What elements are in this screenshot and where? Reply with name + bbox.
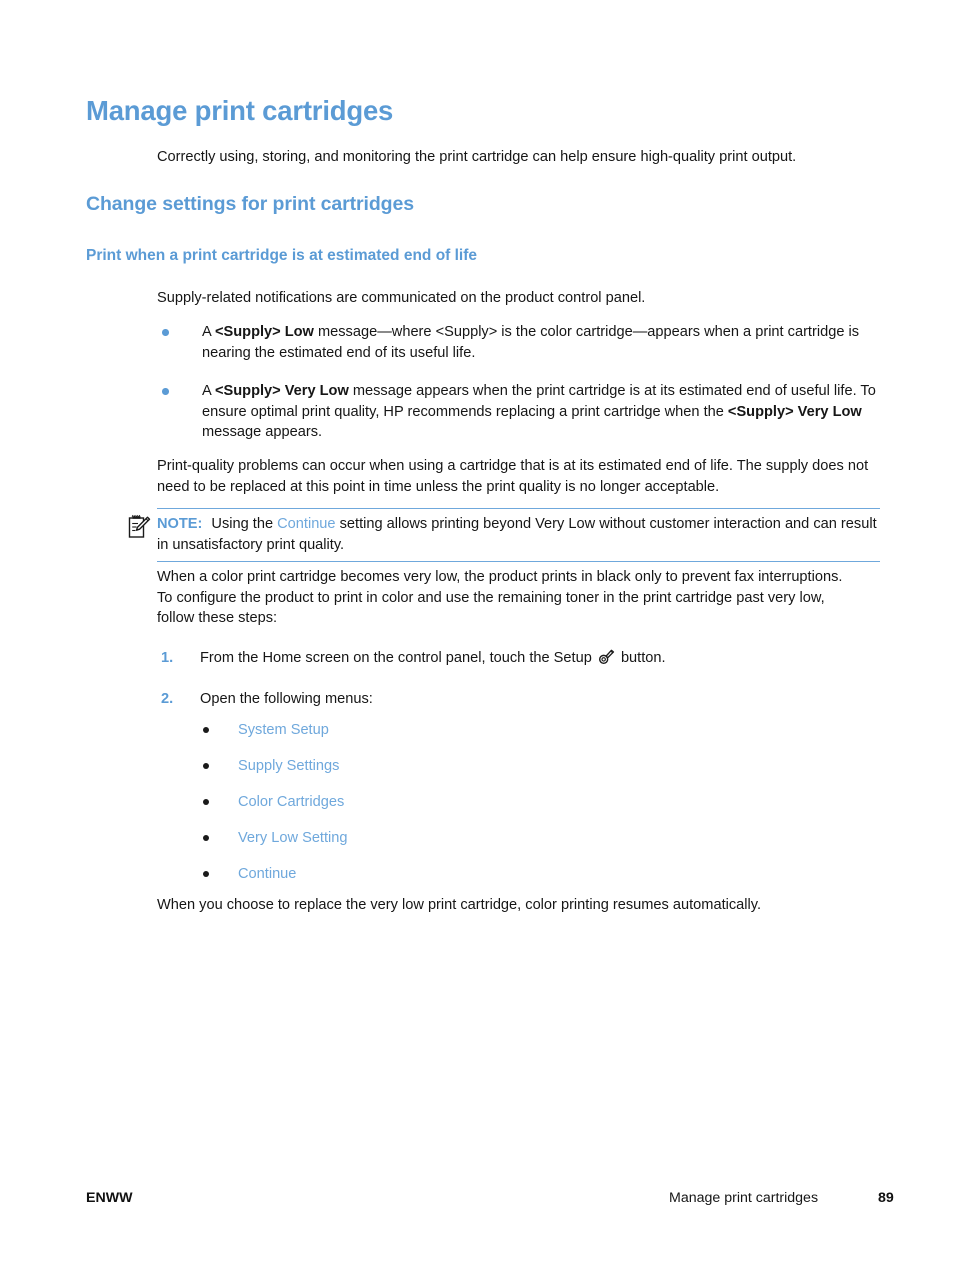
section-heading: Change settings for print cartridges xyxy=(86,193,414,215)
page-title: Manage print cartridges xyxy=(86,95,394,126)
note-label: NOTE: xyxy=(157,516,203,532)
page-footer: ENWW Manage print cartridges 89 xyxy=(0,1190,954,1214)
bullet-dot-icon xyxy=(203,799,209,805)
step-text: Open the following menus: xyxy=(200,690,373,707)
bullet-bold-2: <Supply> Very Low xyxy=(727,403,862,420)
menu-item-supply-settings: Supply Settings xyxy=(200,756,700,777)
step-number: 2. xyxy=(161,690,174,707)
footer-section-title: Manage print cartridges xyxy=(669,1190,819,1206)
bullet-bold-1: <Supply> Very Low xyxy=(214,383,349,399)
note-ui-term-continue: Continue xyxy=(277,516,336,532)
intro-paragraph: Correctly using, storing, and monitoring… xyxy=(157,149,797,165)
step-item-1: 1. From the Home screen on the control p… xyxy=(157,648,882,669)
supply-message-bullet-list: A <Supply> Low message—where <Supply> is… xyxy=(157,322,882,443)
bullet-dot-icon xyxy=(203,835,209,841)
step-text-after: button. xyxy=(616,650,666,666)
list-item: A <Supply> Very Low message appears when… xyxy=(157,381,882,443)
list-item: A <Supply> Low message—where <Supply> is… xyxy=(157,322,882,363)
step-text-before: From the Home screen on the control pane… xyxy=(200,650,596,666)
menu-item-label: Continue xyxy=(238,866,297,882)
bullet-dot-icon xyxy=(162,329,169,336)
bullet-text-part-3: message appears. xyxy=(202,424,323,440)
menu-item-color-cartridges: Color Cartridges xyxy=(200,792,700,813)
note-admonition: NOTE: Using the Continue setting allows p… xyxy=(128,508,880,562)
bullet-text-part-1: A xyxy=(202,383,215,399)
menu-path-list: System Setup Supply Settings Color Cartr… xyxy=(200,720,700,885)
menu-item-label: System Setup xyxy=(238,722,329,738)
menu-item-very-low-setting: Very Low Setting xyxy=(200,828,700,849)
menu-item-label: Very Low Setting xyxy=(238,830,348,846)
setup-wrench-icon xyxy=(598,648,615,665)
menu-item-label: Supply Settings xyxy=(238,758,340,774)
menu-item-system-setup: System Setup xyxy=(200,720,700,741)
document-page: Manage print cartridges Correctly using,… xyxy=(0,0,954,1270)
menu-item-label: Color Cartridges xyxy=(238,794,345,810)
bullet-dot-icon xyxy=(162,388,169,395)
print-quality-paragraph: Print-quality problems can occur when us… xyxy=(157,458,869,495)
bullet-text-part-1: A xyxy=(202,324,215,340)
footer-locale-code: ENWW xyxy=(86,1190,133,1206)
menu-item-continue: Continue xyxy=(200,864,700,885)
footer-page-number: 89 xyxy=(878,1190,894,1206)
bullet-dot-icon xyxy=(203,727,209,733)
subsection-heading: Print when a print cartridge is at estim… xyxy=(86,247,478,264)
numbered-steps-list: 1. From the Home screen on the control p… xyxy=(157,648,882,709)
note-clipboard-pencil-icon xyxy=(127,514,151,540)
bullet-bold-1: <Supply> Low xyxy=(214,324,314,340)
note-text-before: Using the xyxy=(211,516,278,532)
note-body: NOTE: Using the Continue setting allows p… xyxy=(157,514,880,555)
bullet-dot-icon xyxy=(203,763,209,769)
bullet-dot-icon xyxy=(203,871,209,877)
supply-notification-paragraph: Supply-related notifications are communi… xyxy=(157,290,646,306)
color-cartridge-paragraph: When a color print cartridge becomes ver… xyxy=(157,569,843,626)
final-paragraph: When you choose to replace the very low … xyxy=(157,897,762,913)
step-number: 1. xyxy=(161,650,174,666)
step-item-2: 2. Open the following menus: xyxy=(157,689,882,710)
